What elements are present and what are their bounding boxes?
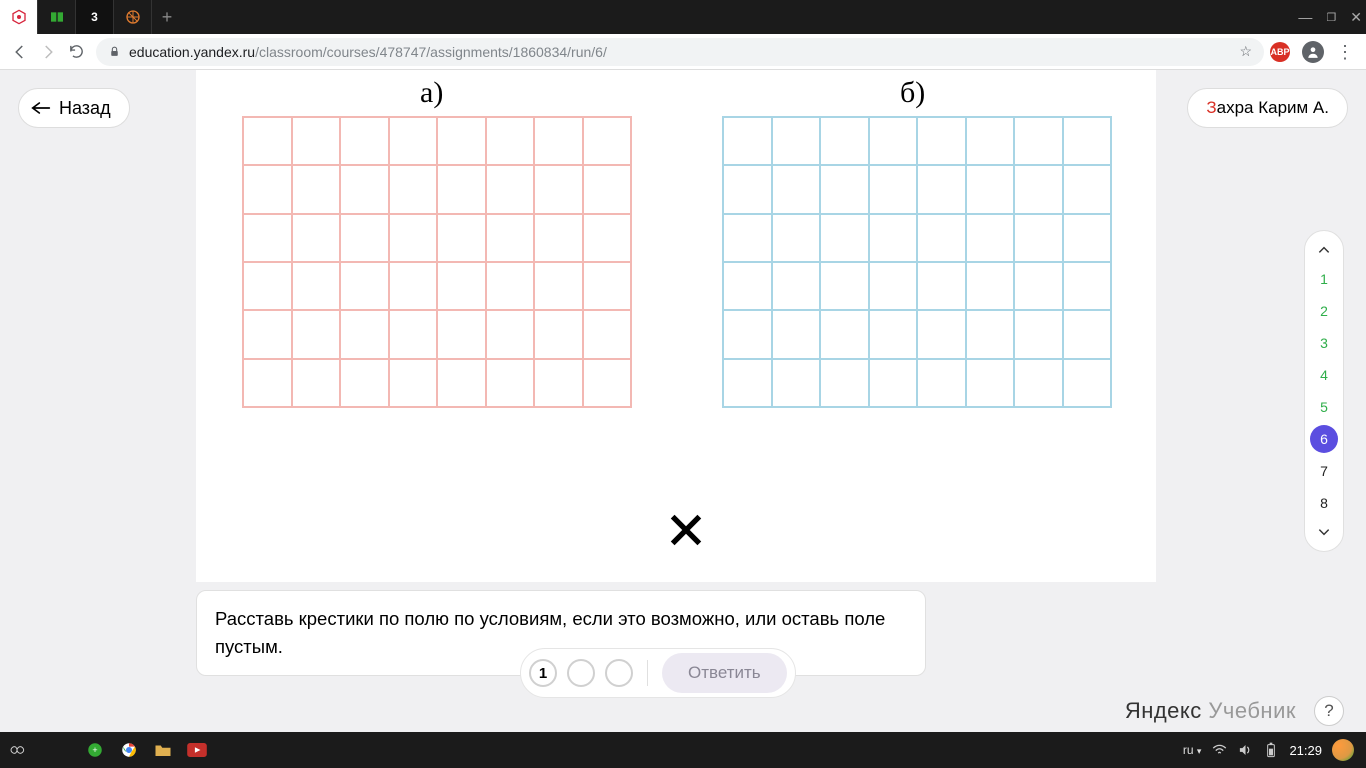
step-dot-3[interactable]	[605, 659, 633, 687]
close-window-button[interactable]: ✕	[1350, 9, 1362, 26]
brand-strong: Яндекс	[1125, 698, 1202, 723]
tab-4[interactable]	[114, 0, 152, 34]
help-button[interactable]: ?	[1314, 696, 1344, 726]
hexagon-icon	[11, 9, 27, 25]
page-body: Назад Захра Карим А. а) б)	[0, 70, 1366, 732]
nav-back-button[interactable]	[6, 38, 34, 66]
browser-menu-button[interactable]: ⋮	[1336, 43, 1354, 61]
volume-icon[interactable]	[1237, 742, 1253, 758]
user-pill[interactable]: Захра Карим А.	[1187, 88, 1348, 128]
arrow-left-icon	[11, 43, 29, 61]
chevron-up-icon	[1317, 243, 1331, 257]
tasknav-item-6[interactable]: 6	[1310, 425, 1338, 453]
folder-icon	[154, 742, 172, 758]
svg-text:+: +	[92, 745, 97, 755]
chevron-down-icon	[1317, 525, 1331, 539]
language-indicator[interactable]: ru ▾	[1183, 743, 1202, 757]
tasknav-item-8[interactable]: 8	[1310, 489, 1338, 517]
grid-b[interactable]	[722, 116, 1112, 408]
taskbar-youtube[interactable]	[180, 732, 214, 768]
taskbar-app-1[interactable]: +	[78, 732, 112, 768]
answer-button[interactable]: Ответить	[662, 653, 787, 693]
windows-taskbar: + ru ▾ 21:29	[0, 732, 1366, 768]
cross-marker[interactable]	[666, 510, 706, 559]
omnibox[interactable]: education.yandex.ru/classroom/courses/47…	[96, 38, 1264, 66]
back-button[interactable]: Назад	[18, 88, 130, 128]
chrome-icon	[120, 741, 138, 759]
tasknav-item-2[interactable]: 2	[1310, 297, 1338, 325]
nav-forward-button[interactable]	[34, 38, 62, 66]
step-dot-2[interactable]	[567, 659, 595, 687]
url-host: education.yandex.ru	[129, 44, 255, 60]
task-navigator: 1 2 3 4 5 6 7 8	[1304, 230, 1344, 552]
minimize-button[interactable]: ―	[1298, 9, 1312, 25]
lock-icon	[108, 45, 121, 58]
start-button[interactable]	[0, 732, 34, 768]
new-tab-button[interactable]: +	[152, 7, 182, 28]
address-bar-row: education.yandex.ru/classroom/courses/47…	[0, 34, 1366, 70]
tasknav-item-7[interactable]: 7	[1310, 457, 1338, 485]
tab-2[interactable]	[38, 0, 76, 34]
wifi-icon[interactable]	[1211, 742, 1227, 758]
tasknav-item-1[interactable]: 1	[1310, 265, 1338, 293]
browser-tabstrip: 3 + ― ❐ ✕	[0, 0, 1366, 34]
url-path: /classroom/courses/478747/assignments/18…	[255, 44, 607, 60]
tab-3-label: 3	[91, 10, 98, 24]
taskbar-files[interactable]	[146, 732, 180, 768]
battery-icon[interactable]	[1263, 742, 1279, 758]
reload-button[interactable]	[62, 38, 90, 66]
tasknav-item-5[interactable]: 5	[1310, 393, 1338, 421]
tasknav-item-4[interactable]: 4	[1310, 361, 1338, 389]
grid-a-label: а)	[420, 76, 443, 110]
exercise-card: а) б)	[196, 70, 1156, 582]
book-icon	[49, 9, 65, 25]
reload-icon	[68, 43, 85, 60]
user-first-letter: З	[1206, 98, 1216, 118]
grid-b-label: б)	[900, 76, 925, 110]
brand-light: Учебник	[1202, 698, 1296, 723]
separator	[647, 660, 648, 686]
grid-a[interactable]	[242, 116, 632, 408]
taskbar-chrome[interactable]	[112, 732, 146, 768]
arrow-right-icon	[39, 43, 57, 61]
tab-3[interactable]: 3	[76, 0, 114, 34]
back-label: Назад	[59, 98, 111, 119]
tray-user-avatar[interactable]	[1332, 739, 1354, 761]
brand-footer: Яндекс Учебник	[1125, 698, 1296, 724]
restore-button[interactable]: ❐	[1326, 11, 1336, 24]
answer-toolbar: 1 Ответить	[520, 648, 796, 698]
basketball-icon	[125, 9, 141, 25]
app-icon: +	[86, 741, 104, 759]
x-icon	[666, 510, 706, 550]
abp-extension-icon[interactable]: ABP	[1270, 42, 1290, 62]
infinity-icon	[7, 743, 27, 757]
tasknav-item-3[interactable]: 3	[1310, 329, 1338, 357]
user-rest: ахра Карим А.	[1217, 98, 1329, 118]
youtube-icon	[187, 743, 207, 757]
tasknav-up-button[interactable]	[1305, 237, 1343, 263]
taskbar-clock[interactable]: 21:29	[1289, 743, 1322, 758]
tab-1[interactable]	[0, 0, 38, 34]
bookmark-star-icon[interactable]: ☆	[1239, 43, 1252, 60]
profile-avatar-button[interactable]	[1302, 41, 1324, 63]
step-dot-1[interactable]: 1	[529, 659, 557, 687]
tasknav-down-button[interactable]	[1305, 519, 1343, 545]
person-icon	[1306, 45, 1320, 59]
arrow-left-icon	[31, 101, 51, 115]
